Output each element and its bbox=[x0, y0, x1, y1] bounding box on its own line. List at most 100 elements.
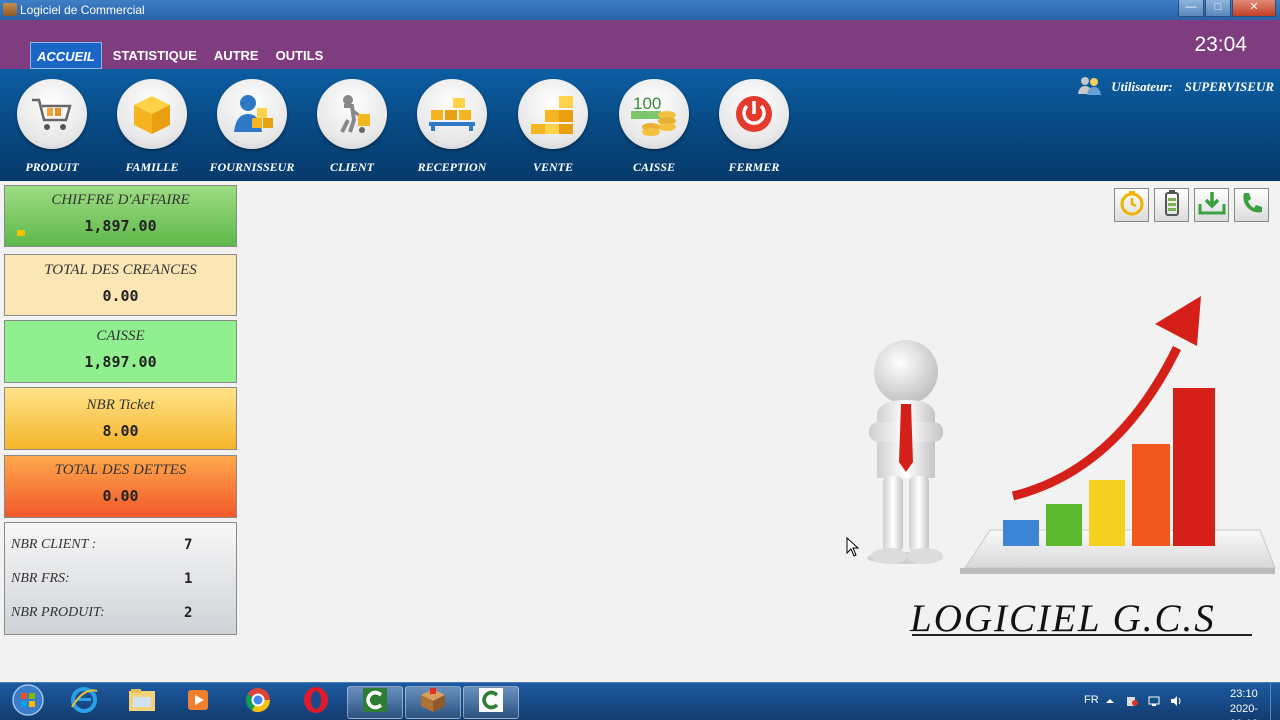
client-icon bbox=[317, 79, 387, 149]
show-hidden-icons-icon[interactable] bbox=[1104, 695, 1116, 707]
box-icon bbox=[117, 79, 187, 149]
battery-button[interactable] bbox=[1154, 188, 1189, 222]
mini-chart-icon bbox=[17, 230, 25, 236]
toolbar-famille[interactable]: FAMILLE bbox=[102, 79, 202, 175]
toolbar-label: CLIENT bbox=[329, 160, 374, 174]
growth-illustration bbox=[855, 290, 1280, 580]
network-icon[interactable] bbox=[1148, 695, 1160, 707]
card-value: 0.00 bbox=[102, 487, 139, 505]
battery-icon bbox=[1162, 189, 1182, 222]
timer-icon bbox=[1119, 190, 1145, 221]
card-label: CHIFFRE D'AFFAIRE bbox=[51, 192, 190, 208]
card-total-creances: TOTAL DES CREANCES 0.00 bbox=[4, 254, 237, 316]
phone-button[interactable] bbox=[1234, 188, 1269, 222]
toolbar-label: PRODUIT bbox=[25, 160, 79, 174]
internet-explorer-icon bbox=[69, 685, 99, 720]
power-icon bbox=[719, 79, 789, 149]
maximize-button[interactable]: □ bbox=[1205, 0, 1231, 17]
taskbar-app-c1[interactable] bbox=[347, 686, 403, 719]
chrome-icon bbox=[244, 686, 272, 719]
download-button[interactable] bbox=[1194, 188, 1229, 222]
card-value: 0.00 bbox=[102, 287, 139, 305]
card-value: 1,897.00 bbox=[84, 353, 157, 371]
reception-icon bbox=[417, 79, 487, 149]
card-label: TOTAL DES DETTES bbox=[54, 462, 187, 478]
card-nbr-ticket: NBR Ticket 8.00 bbox=[4, 387, 237, 450]
stat-value: 1 bbox=[184, 571, 193, 587]
toolbar: PRODUIT FAMILLE FOURNISSEUR CLIENT RECEP… bbox=[0, 69, 1280, 181]
cart-icon bbox=[17, 79, 87, 149]
toolbar-produit[interactable]: PRODUIT bbox=[2, 79, 102, 175]
sale-icon bbox=[518, 79, 588, 149]
action-center-icon[interactable] bbox=[1126, 695, 1138, 707]
menu-statistique[interactable]: STATISTIQUE bbox=[107, 42, 203, 69]
camtasia-icon bbox=[361, 686, 389, 719]
window-controls: — □ ✕ bbox=[1178, 0, 1276, 17]
card-value: 1,897.00 bbox=[84, 217, 157, 235]
user-value: SUPERVISEUR bbox=[1184, 79, 1274, 94]
phone-icon bbox=[1239, 190, 1265, 221]
start-button[interactable] bbox=[0, 683, 56, 720]
mouse-cursor-icon bbox=[846, 536, 860, 562]
card-caisse: CAISSE 1,897.00 bbox=[4, 320, 237, 383]
toolbar-label: CAISSE bbox=[632, 160, 676, 174]
download-icon bbox=[1198, 190, 1226, 221]
toolbar-label: RECEPTION bbox=[417, 160, 487, 174]
stat-label: NBR PRODUIT: bbox=[11, 605, 105, 620]
show-desktop-button[interactable] bbox=[1270, 683, 1280, 720]
toolbar-vente[interactable]: VENTE bbox=[503, 79, 603, 175]
taskbar-app-c2[interactable] bbox=[463, 686, 519, 719]
taskbar-opera[interactable] bbox=[288, 686, 344, 719]
toolbar-label: VENTE bbox=[532, 160, 573, 174]
media-player-icon bbox=[185, 687, 211, 718]
card-total-dettes: TOTAL DES DETTES 0.00 bbox=[4, 455, 237, 518]
windows-start-icon bbox=[11, 683, 45, 720]
toolbar-label: FAMILLE bbox=[125, 160, 179, 174]
stats-panel: NBR CLIENT : 7 NBR FRS: 1 NBR PRODUIT: 2 bbox=[4, 522, 237, 635]
camtasia-icon bbox=[477, 686, 505, 719]
taskbar-explorer[interactable] bbox=[114, 686, 170, 719]
stat-value: 7 bbox=[184, 537, 193, 553]
app-icon bbox=[3, 3, 17, 16]
taskbar-internet-explorer[interactable] bbox=[56, 686, 112, 719]
close-button[interactable]: ✕ bbox=[1232, 0, 1276, 17]
taskbar-media[interactable] bbox=[170, 686, 226, 719]
main-menu: ACCUEIL STATISTIQUE AUTRE OUTILS bbox=[30, 42, 334, 69]
toolbar-caisse[interactable]: 100 CAISSE bbox=[604, 79, 704, 175]
card-label: CAISSE bbox=[96, 328, 145, 344]
card-label: NBR Ticket bbox=[86, 397, 155, 413]
box-app-icon bbox=[419, 686, 447, 719]
timer-button[interactable] bbox=[1114, 188, 1149, 222]
volume-icon[interactable] bbox=[1170, 695, 1182, 707]
menu-outils[interactable]: OUTILS bbox=[270, 42, 330, 69]
toolbar-label: FOURNISSEUR bbox=[209, 160, 295, 174]
clock: 23:04 bbox=[1194, 33, 1247, 56]
minimize-button[interactable]: — bbox=[1178, 0, 1204, 17]
opera-icon bbox=[302, 686, 330, 719]
stat-label: NBR CLIENT : bbox=[11, 537, 97, 552]
toolbar-client[interactable]: CLIENT bbox=[302, 79, 402, 175]
title-bar: Logiciel de Commercial — □ ✕ bbox=[0, 0, 1280, 20]
taskbar-clock[interactable]: 23:10 2020-08-18 bbox=[1230, 687, 1258, 720]
card-value: 8.00 bbox=[102, 422, 139, 440]
menu-accueil[interactable]: ACCUEIL bbox=[30, 42, 102, 69]
toolbar-label: FERMER bbox=[728, 160, 780, 174]
taskbar-time: 23:10 bbox=[1230, 688, 1258, 700]
user-info: Utilisateur: SUPERVISEUR bbox=[1077, 75, 1274, 99]
taskbar-app-gcs[interactable] bbox=[405, 686, 461, 719]
cash-icon-text: 100 bbox=[633, 94, 661, 113]
users-icon bbox=[1077, 75, 1103, 99]
taskbar: FR 23:10 2020-08-18 bbox=[0, 682, 1280, 720]
toolbar-reception[interactable]: RECEPTION bbox=[402, 79, 502, 175]
folder-icon bbox=[127, 687, 157, 718]
window-title: Logiciel de Commercial bbox=[20, 3, 145, 17]
logo-underline bbox=[912, 634, 1252, 636]
toolbar-fermer[interactable]: FERMER bbox=[704, 79, 804, 175]
menu-autre[interactable]: AUTRE bbox=[208, 42, 265, 69]
toolbar-fournisseur[interactable]: FOURNISSEUR bbox=[202, 79, 302, 175]
supplier-icon bbox=[217, 79, 287, 149]
stat-label: NBR FRS: bbox=[11, 571, 70, 586]
user-label: Utilisateur: bbox=[1111, 79, 1173, 94]
language-indicator[interactable]: FR bbox=[1084, 694, 1099, 706]
taskbar-chrome[interactable] bbox=[230, 686, 286, 719]
